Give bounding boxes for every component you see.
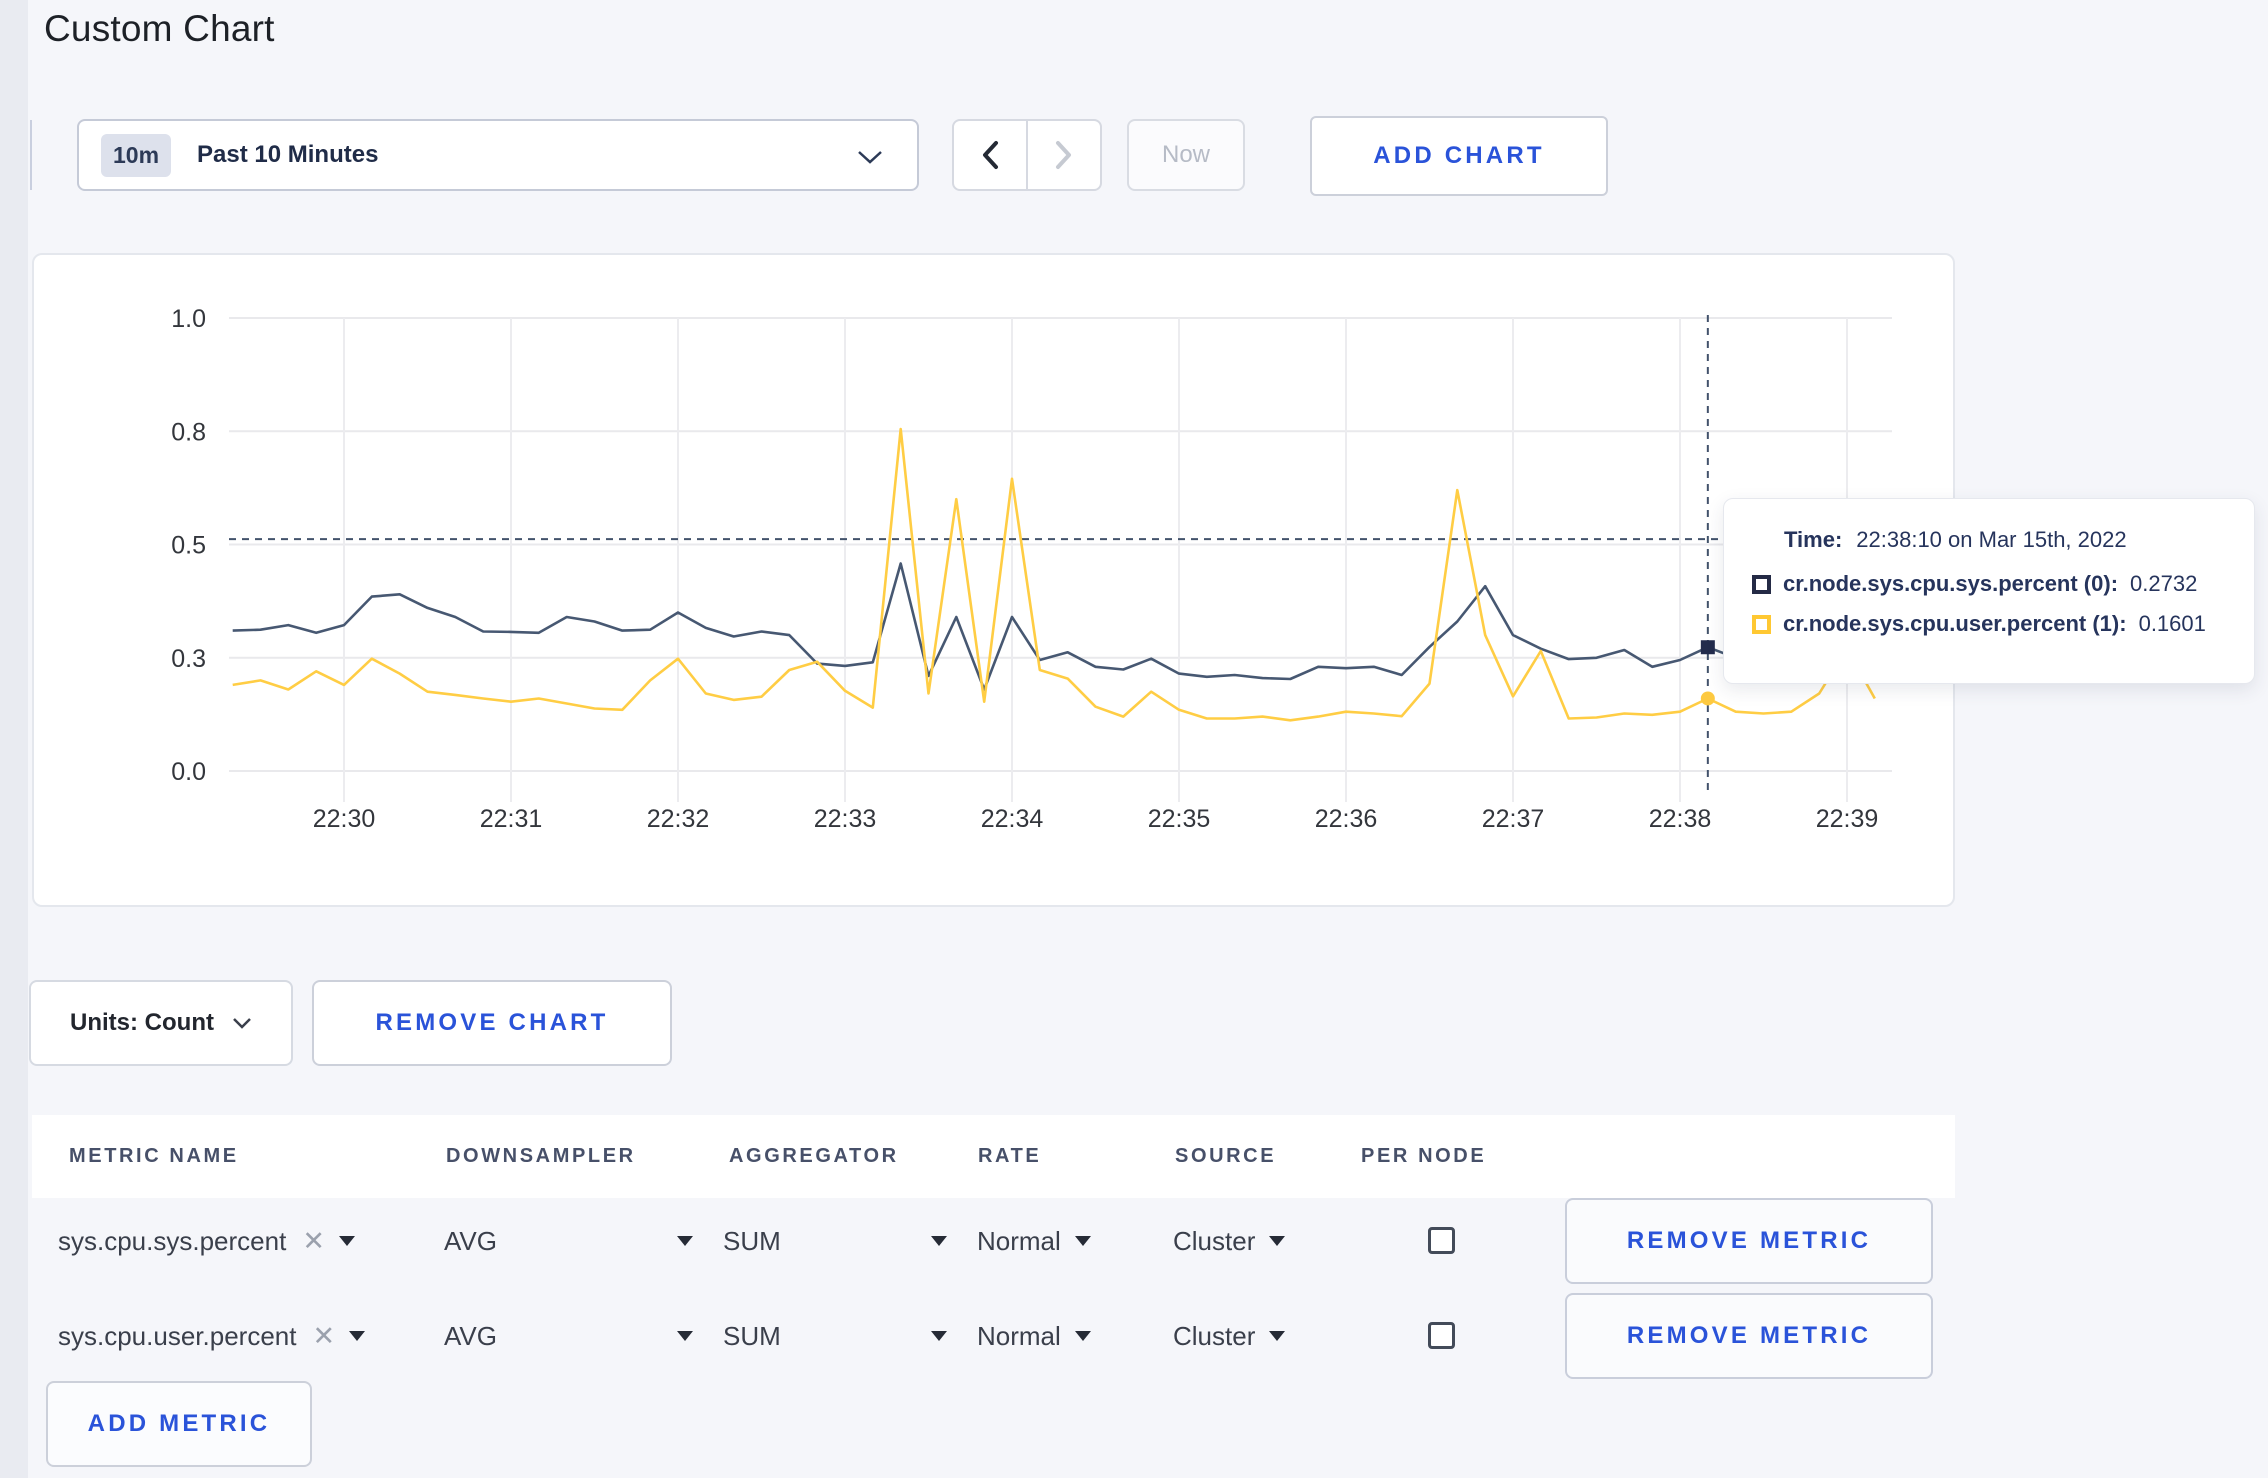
- svg-text:22:30: 22:30: [313, 805, 376, 833]
- metric-table-row: sys.cpu.sys.percent ✕ AVG SUM Normal Clu…: [32, 1194, 1955, 1288]
- col-rate: RATE: [978, 1145, 1042, 1167]
- metrics-table-header: METRIC NAME DOWNSAMPLER AGGREGATOR RATE …: [32, 1115, 1955, 1198]
- remove-chart-button[interactable]: REMOVE CHART: [312, 980, 672, 1066]
- svg-text:22:37: 22:37: [1482, 805, 1545, 833]
- aggregator-value: SUM: [723, 1225, 781, 1256]
- svg-text:1.0: 1.0: [171, 305, 206, 333]
- col-aggregator: AGGREGATOR: [729, 1145, 899, 1167]
- tooltip-series-value: 0.1601: [2138, 611, 2206, 636]
- svg-text:0.0: 0.0: [171, 758, 206, 786]
- chart-card: 22:30 22:31 22:32 22:33 22:34 22:35 22:36 22:37…: [32, 253, 1955, 907]
- now-button[interactable]: Now: [1127, 119, 1245, 191]
- aggregator-select[interactable]: SUM: [723, 1289, 947, 1383]
- tooltip-series-name: cr.node.sys.cpu.user.percent (1):: [1783, 611, 2127, 636]
- per-node-checkbox[interactable]: [1428, 1227, 1455, 1254]
- svg-text:22:34: 22:34: [981, 805, 1044, 833]
- svg-text:22:38: 22:38: [1649, 805, 1712, 833]
- col-source: SOURCE: [1175, 1145, 1277, 1167]
- metric-table-row: sys.cpu.user.percent ✕ AVG SUM Normal Cl…: [32, 1289, 1955, 1383]
- aggregator-select[interactable]: SUM: [723, 1194, 947, 1288]
- svg-text:0.8: 0.8: [171, 418, 206, 446]
- col-per-node: PER NODE: [1361, 1145, 1487, 1167]
- svg-text:0.3: 0.3: [171, 645, 206, 673]
- svg-text:22:35: 22:35: [1148, 805, 1211, 833]
- time-range-select[interactable]: 10m Past 10 Minutes: [77, 119, 919, 191]
- remove-metric-button[interactable]: REMOVE METRIC: [1565, 1293, 1933, 1379]
- col-downsampler: DOWNSAMPLER: [446, 1145, 636, 1167]
- tooltip-series-value: 0.2732: [2130, 571, 2198, 596]
- custom-chart-plot[interactable]: 22:30 22:31 22:32 22:33 22:34 22:35 22:36 22:37…: [34, 255, 1957, 909]
- metric-name-value: sys.cpu.user.percent: [58, 1320, 297, 1351]
- svg-text:22:32: 22:32: [647, 805, 710, 833]
- chevron-down-icon: [857, 149, 883, 170]
- svg-text:22:31: 22:31: [480, 805, 543, 833]
- source-value: Cluster: [1173, 1320, 1256, 1351]
- rate-select[interactable]: Normal: [977, 1289, 1091, 1383]
- add-metric-button[interactable]: ADD METRIC: [46, 1381, 312, 1467]
- caret-down-icon: [349, 1331, 366, 1341]
- caret-down-icon: [677, 1236, 693, 1246]
- aggregator-value: SUM: [723, 1320, 781, 1351]
- chevron-down-icon: [232, 1009, 252, 1037]
- source-select[interactable]: Cluster: [1173, 1194, 1286, 1288]
- svg-text:0.5: 0.5: [171, 532, 206, 560]
- rate-select[interactable]: Normal: [977, 1194, 1091, 1288]
- downsampler-select[interactable]: AVG: [444, 1194, 693, 1288]
- time-nav: [952, 119, 1102, 191]
- metric-name-value: sys.cpu.sys.percent: [58, 1225, 287, 1256]
- user-series-swatch-icon: [1752, 614, 1771, 634]
- source-select[interactable]: Cluster: [1173, 1289, 1286, 1383]
- toolbar-divider: [30, 120, 32, 190]
- caret-down-icon: [1074, 1236, 1091, 1246]
- remove-metric-button[interactable]: REMOVE METRIC: [1565, 1198, 1933, 1284]
- sys-series-swatch-icon: [1752, 574, 1771, 594]
- metric-name-select[interactable]: sys.cpu.sys.percent ✕: [58, 1194, 355, 1288]
- svg-text:22:33: 22:33: [814, 805, 877, 833]
- svg-text:22:39: 22:39: [1816, 805, 1879, 833]
- add-chart-button[interactable]: ADD CHART: [1310, 116, 1608, 196]
- source-value: Cluster: [1173, 1225, 1256, 1256]
- caret-down-icon: [931, 1331, 947, 1341]
- units-label: Units: Count: [70, 1009, 214, 1036]
- chart-tooltip: Time: 22:38:10 on Mar 15th, 2022 cr.node.…: [1723, 498, 2255, 684]
- tooltip-time-value: 22:38:10 on Mar 15th, 2022: [1856, 527, 2127, 552]
- clear-metric-icon[interactable]: ✕: [312, 1321, 335, 1352]
- page-left-gutter: [0, 0, 28, 1478]
- downsampler-select[interactable]: AVG: [444, 1289, 693, 1383]
- downsampler-value: AVG: [444, 1225, 497, 1256]
- caret-down-icon: [677, 1331, 693, 1341]
- col-metric-name: METRIC NAME: [69, 1145, 239, 1167]
- next-range-button[interactable]: [1028, 121, 1100, 189]
- per-node-checkbox[interactable]: [1428, 1322, 1455, 1349]
- prev-range-button[interactable]: [954, 121, 1028, 189]
- tooltip-series-row: cr.node.sys.cpu.user.percent (1): 0.1601: [1752, 611, 2228, 637]
- caret-down-icon: [338, 1236, 355, 1246]
- caret-down-icon: [1074, 1331, 1091, 1341]
- tooltip-series-row: cr.node.sys.cpu.sys.percent (0): 0.2732: [1752, 571, 2228, 597]
- downsampler-value: AVG: [444, 1320, 497, 1351]
- time-range-badge: 10m: [101, 133, 172, 177]
- rate-value: Normal: [977, 1320, 1061, 1351]
- rate-value: Normal: [977, 1225, 1061, 1256]
- caret-down-icon: [1269, 1236, 1286, 1246]
- clear-metric-icon[interactable]: ✕: [302, 1226, 325, 1257]
- caret-down-icon: [931, 1236, 947, 1246]
- metric-name-select[interactable]: sys.cpu.user.percent ✕: [58, 1289, 366, 1383]
- page-title: Custom Chart: [44, 8, 275, 49]
- tooltip-series-name: cr.node.sys.cpu.sys.percent (0):: [1783, 571, 2119, 596]
- svg-text:22:36: 22:36: [1315, 805, 1378, 833]
- tooltip-time-label: Time:: [1784, 527, 1843, 552]
- caret-down-icon: [1269, 1331, 1286, 1341]
- units-select[interactable]: Units: Count: [29, 980, 293, 1066]
- time-range-label: Past 10 Minutes: [197, 141, 379, 168]
